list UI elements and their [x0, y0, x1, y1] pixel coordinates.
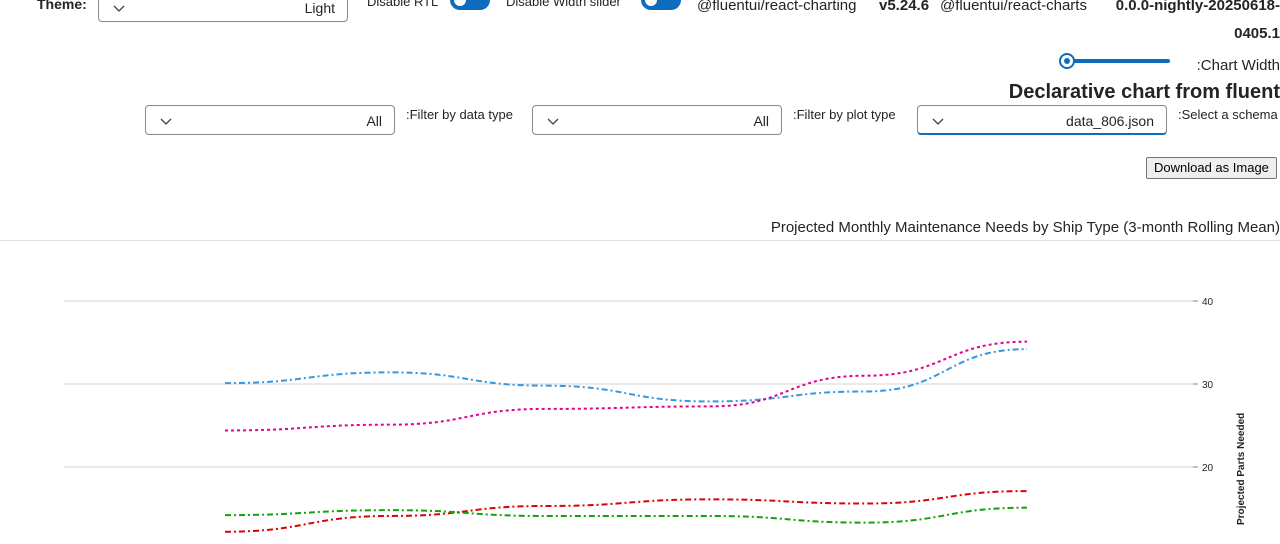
filter-plot-type-value: All — [753, 113, 769, 129]
disable-width-slider-label: Disable Width slider — [506, 0, 621, 9]
select-schema-label: :Select a schema — [1178, 107, 1278, 122]
pkg-charts-name: @fluentui/react-charts — [940, 0, 1087, 14]
page-heading: Declarative chart from fluent — [1008, 81, 1280, 103]
chevron-down-icon — [932, 118, 944, 125]
pkg-charts-version-cont: 0405.1 — [1234, 25, 1280, 42]
schema-value: data_806.json — [1066, 113, 1154, 129]
y-tick-label: 30 — [1202, 380, 1214, 391]
chevron-down-icon — [547, 118, 559, 125]
filter-data-type-value: All — [366, 113, 382, 129]
chevron-down-icon — [160, 118, 172, 125]
line-chart: 20 30 40 Projected Parts Needed — [64, 297, 1247, 533]
disable-rtl-toggle[interactable] — [450, 0, 490, 10]
chevron-down-icon — [113, 5, 125, 12]
series-line-2[interactable] — [224, 340, 1028, 432]
disable-rtl-label: Disable RTL — [367, 0, 439, 9]
series-line-1[interactable] — [224, 348, 1028, 403]
pkg-charting-version: v5.24.6 — [879, 0, 930, 14]
theme-label: Theme: — [37, 0, 87, 12]
theme-value: Light — [304, 0, 335, 16]
chart-width-slider-thumb[interactable] — [1059, 53, 1075, 69]
filter-plot-type-label: :Filter by plot type — [793, 107, 896, 122]
y-axis-label: Projected Parts Needed — [1236, 413, 1247, 525]
download-image-button[interactable]: Download as Image — [1146, 157, 1277, 179]
pkg-charts-version: 0.0.0-nightly-20250618- — [1115, 0, 1280, 14]
y-tick-label: 20 — [1202, 463, 1214, 474]
filter-data-type-label: :Filter by data type — [406, 107, 513, 122]
schema-dropdown[interactable]: data_806.json — [917, 105, 1167, 135]
chart-width-slider-track[interactable] — [1066, 59, 1170, 63]
series-line-3[interactable] — [224, 490, 1028, 533]
chart-title: Projected Monthly Maintenance Needs by S… — [770, 219, 1280, 236]
filter-plot-type-dropdown[interactable]: All — [532, 105, 782, 135]
filter-data-type-dropdown[interactable]: All — [145, 105, 395, 135]
y-tick-label: 40 — [1202, 297, 1214, 308]
theme-dropdown[interactable]: Light — [98, 0, 348, 22]
disable-width-slider-toggle[interactable] — [641, 0, 681, 10]
chart-width-label: :Chart Width — [1196, 57, 1280, 74]
series-line-4[interactable] — [224, 506, 1028, 524]
pkg-charting-name: @fluentui/react-charting — [697, 0, 857, 14]
